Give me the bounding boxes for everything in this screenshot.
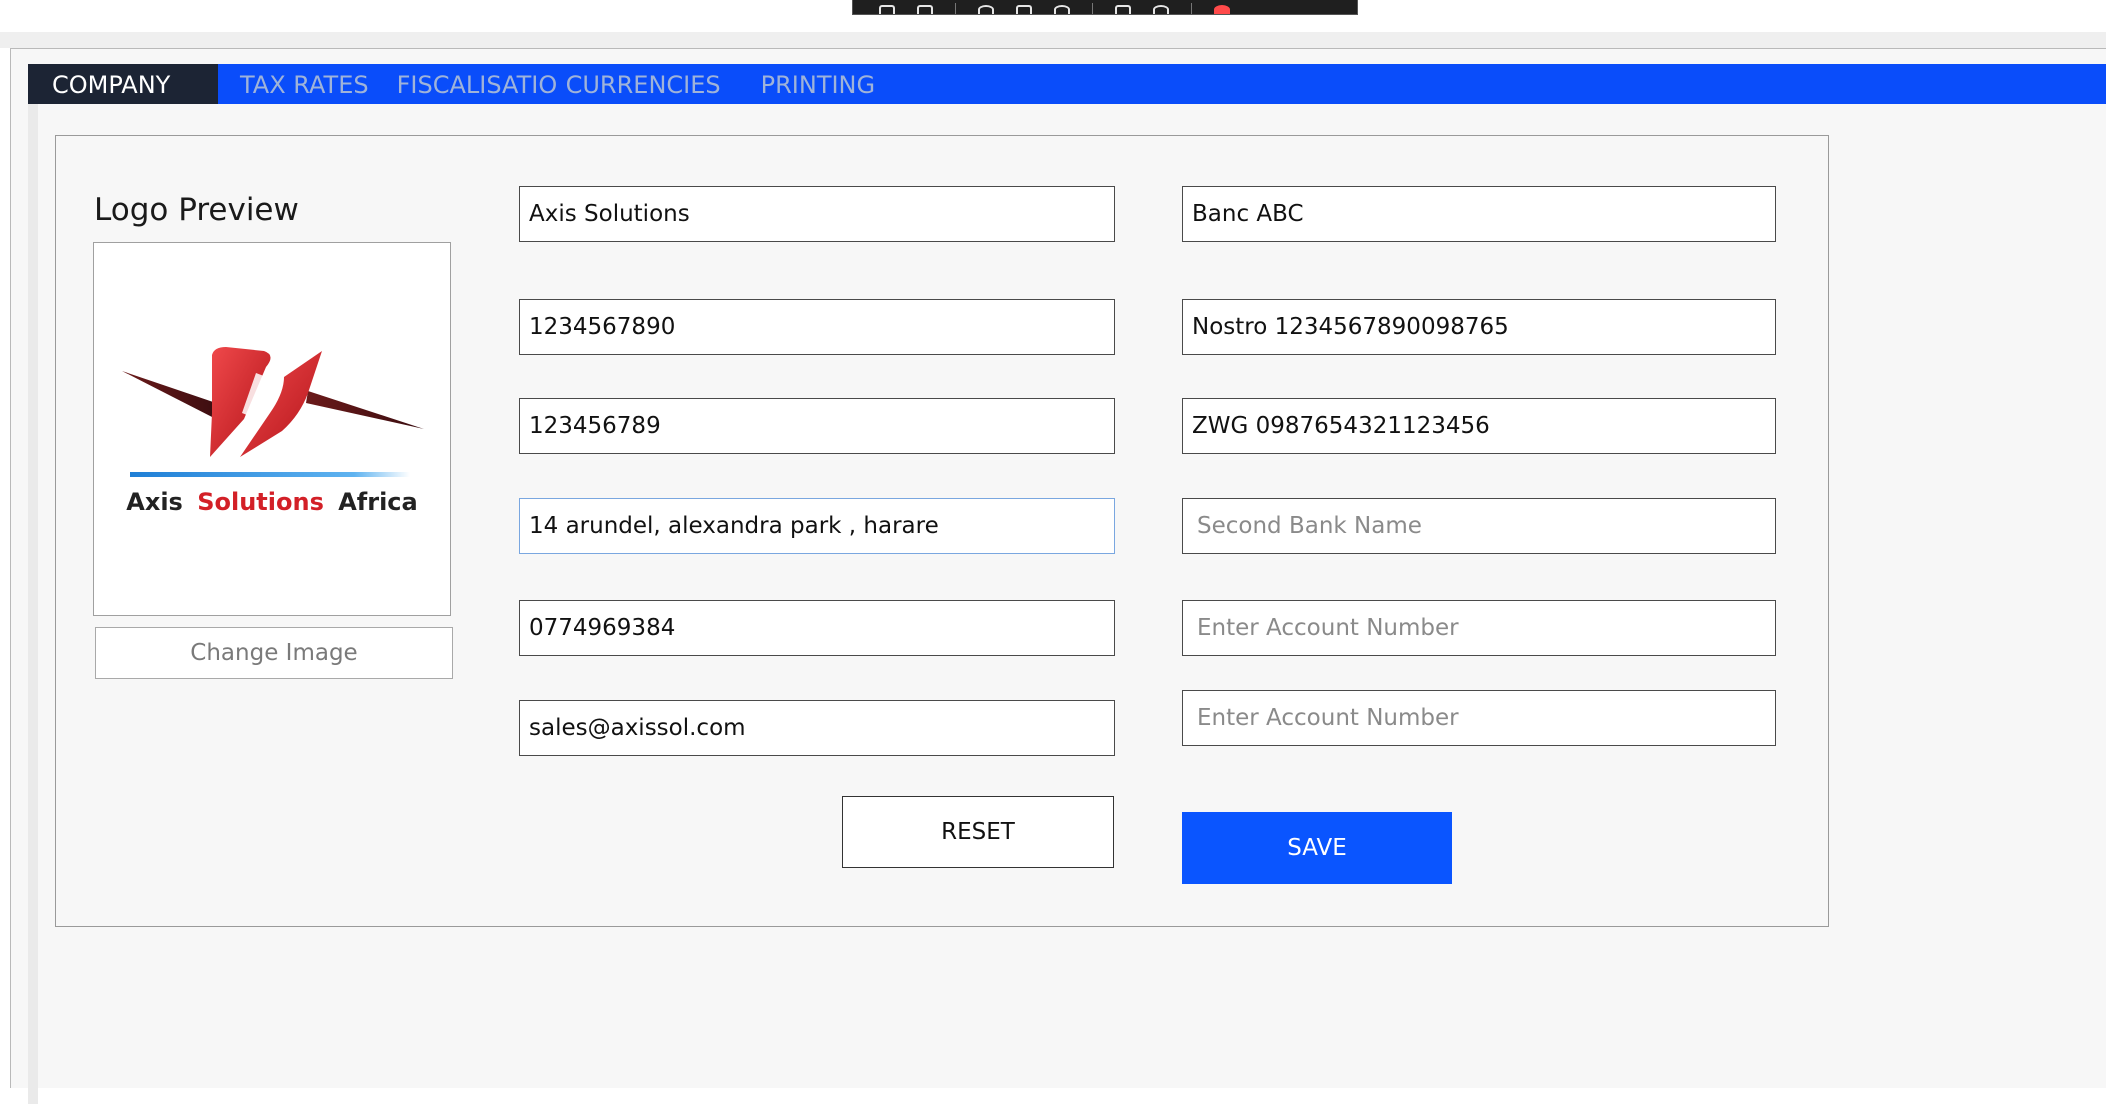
pin-alt-icon[interactable]: [1054, 5, 1070, 14]
tab-tax-rates[interactable]: TAX RATES: [240, 64, 369, 104]
pin-icon[interactable]: [978, 5, 994, 14]
tab-printing[interactable]: PRINTING: [761, 64, 875, 104]
logo-preview-label: Logo Preview: [94, 192, 299, 228]
tab-company[interactable]: COMPANY: [28, 64, 218, 104]
tab-currencies[interactable]: CURRENCIES: [566, 64, 721, 104]
camera-icon[interactable]: [917, 5, 933, 14]
window-icon[interactable]: [1016, 5, 1032, 14]
crop-icon[interactable]: [879, 5, 895, 14]
toolbar-divider: [1092, 3, 1093, 14]
record-icon[interactable]: [1214, 5, 1230, 14]
bank-name-input[interactable]: [1182, 186, 1776, 242]
logo-word-2: Solutions: [197, 488, 324, 516]
info-icon[interactable]: [1153, 5, 1169, 14]
logo-word-3: Africa: [338, 488, 418, 516]
email-input[interactable]: [519, 700, 1115, 756]
company-logo: Axis Solutions Africa: [122, 347, 424, 516]
company-form-panel: Logo Preview Axis Solutions Africa Chang…: [55, 135, 1829, 927]
change-image-button[interactable]: Change Image: [95, 627, 453, 679]
logo-preview: Axis Solutions Africa: [93, 242, 451, 616]
company-name-input[interactable]: [519, 186, 1115, 242]
car-icon[interactable]: [1115, 5, 1131, 14]
address-input[interactable]: [519, 498, 1115, 554]
left-rail: [28, 104, 38, 1104]
window-chrome: [0, 32, 2106, 48]
floating-toolbar: [852, 0, 1358, 15]
save-button[interactable]: SAVE: [1182, 812, 1452, 884]
phone-input[interactable]: [519, 600, 1115, 656]
app-window: COMPANY TAX RATES FISCALISATIO CURRENCIE…: [10, 48, 2106, 1104]
bank-account-2-input[interactable]: [1182, 398, 1776, 454]
second-bank-name-input[interactable]: [1182, 498, 1776, 554]
company-field-3-input[interactable]: [519, 398, 1115, 454]
reset-button[interactable]: RESET: [842, 796, 1114, 868]
toolbar-divider: [1191, 3, 1192, 14]
svg-text:Axis Solutions: Axis Solutions Africa: [126, 488, 417, 516]
company-field-2-input[interactable]: [519, 299, 1115, 355]
tab-bar: COMPANY TAX RATES FISCALISATIO CURRENCIE…: [28, 64, 2106, 104]
bank-account-1-input[interactable]: [1182, 299, 1776, 355]
tab-fiscalisation[interactable]: FISCALISATIO: [397, 64, 562, 104]
logo-word-1: Axis: [126, 488, 183, 516]
toolbar-divider: [955, 3, 956, 14]
second-account-number-input[interactable]: [1182, 600, 1776, 656]
third-account-number-input[interactable]: [1182, 690, 1776, 746]
